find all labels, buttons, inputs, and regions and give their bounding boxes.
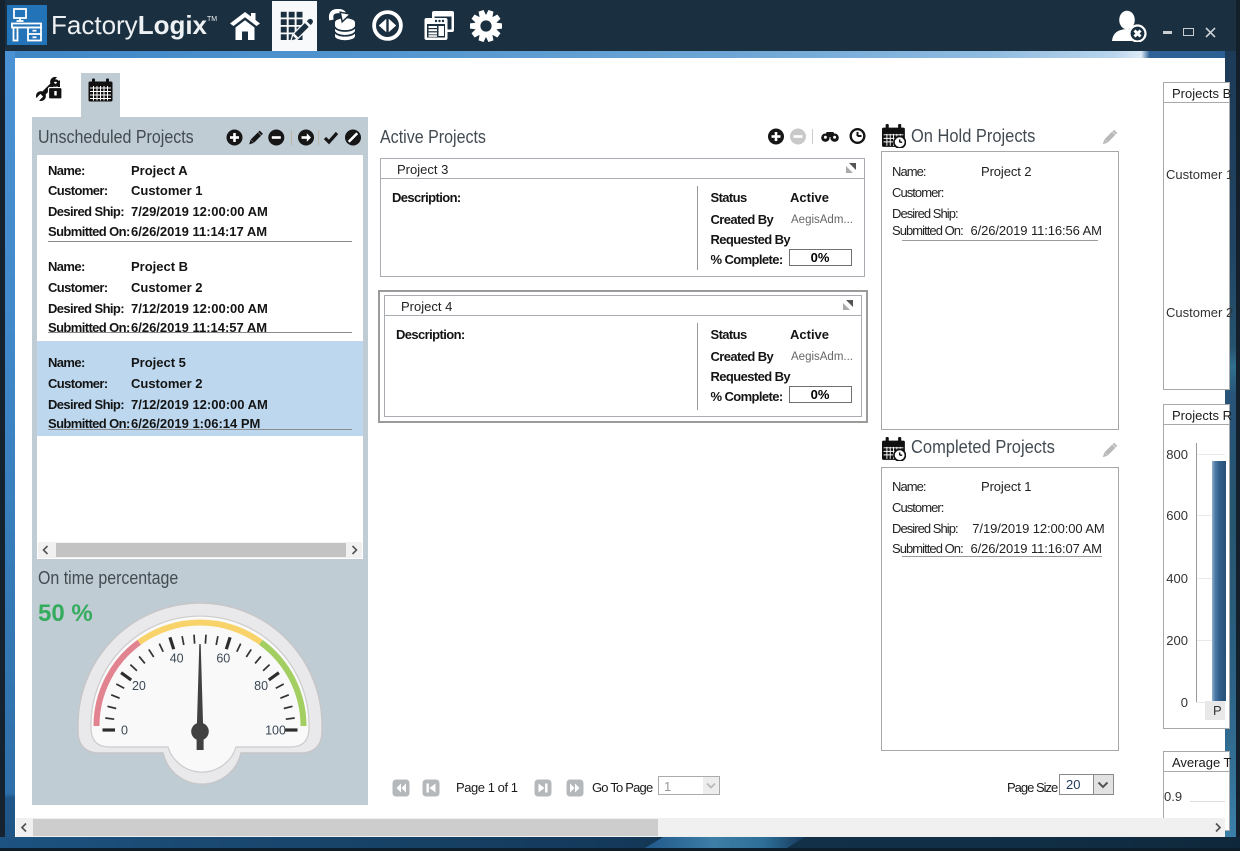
svg-text:0: 0 [121,723,128,737]
svg-text:40: 40 [170,652,184,666]
svg-text:100: 100 [265,723,286,737]
svg-text:60: 60 [216,652,230,666]
svg-text:80: 80 [254,679,268,693]
svg-text:20: 20 [132,679,146,693]
